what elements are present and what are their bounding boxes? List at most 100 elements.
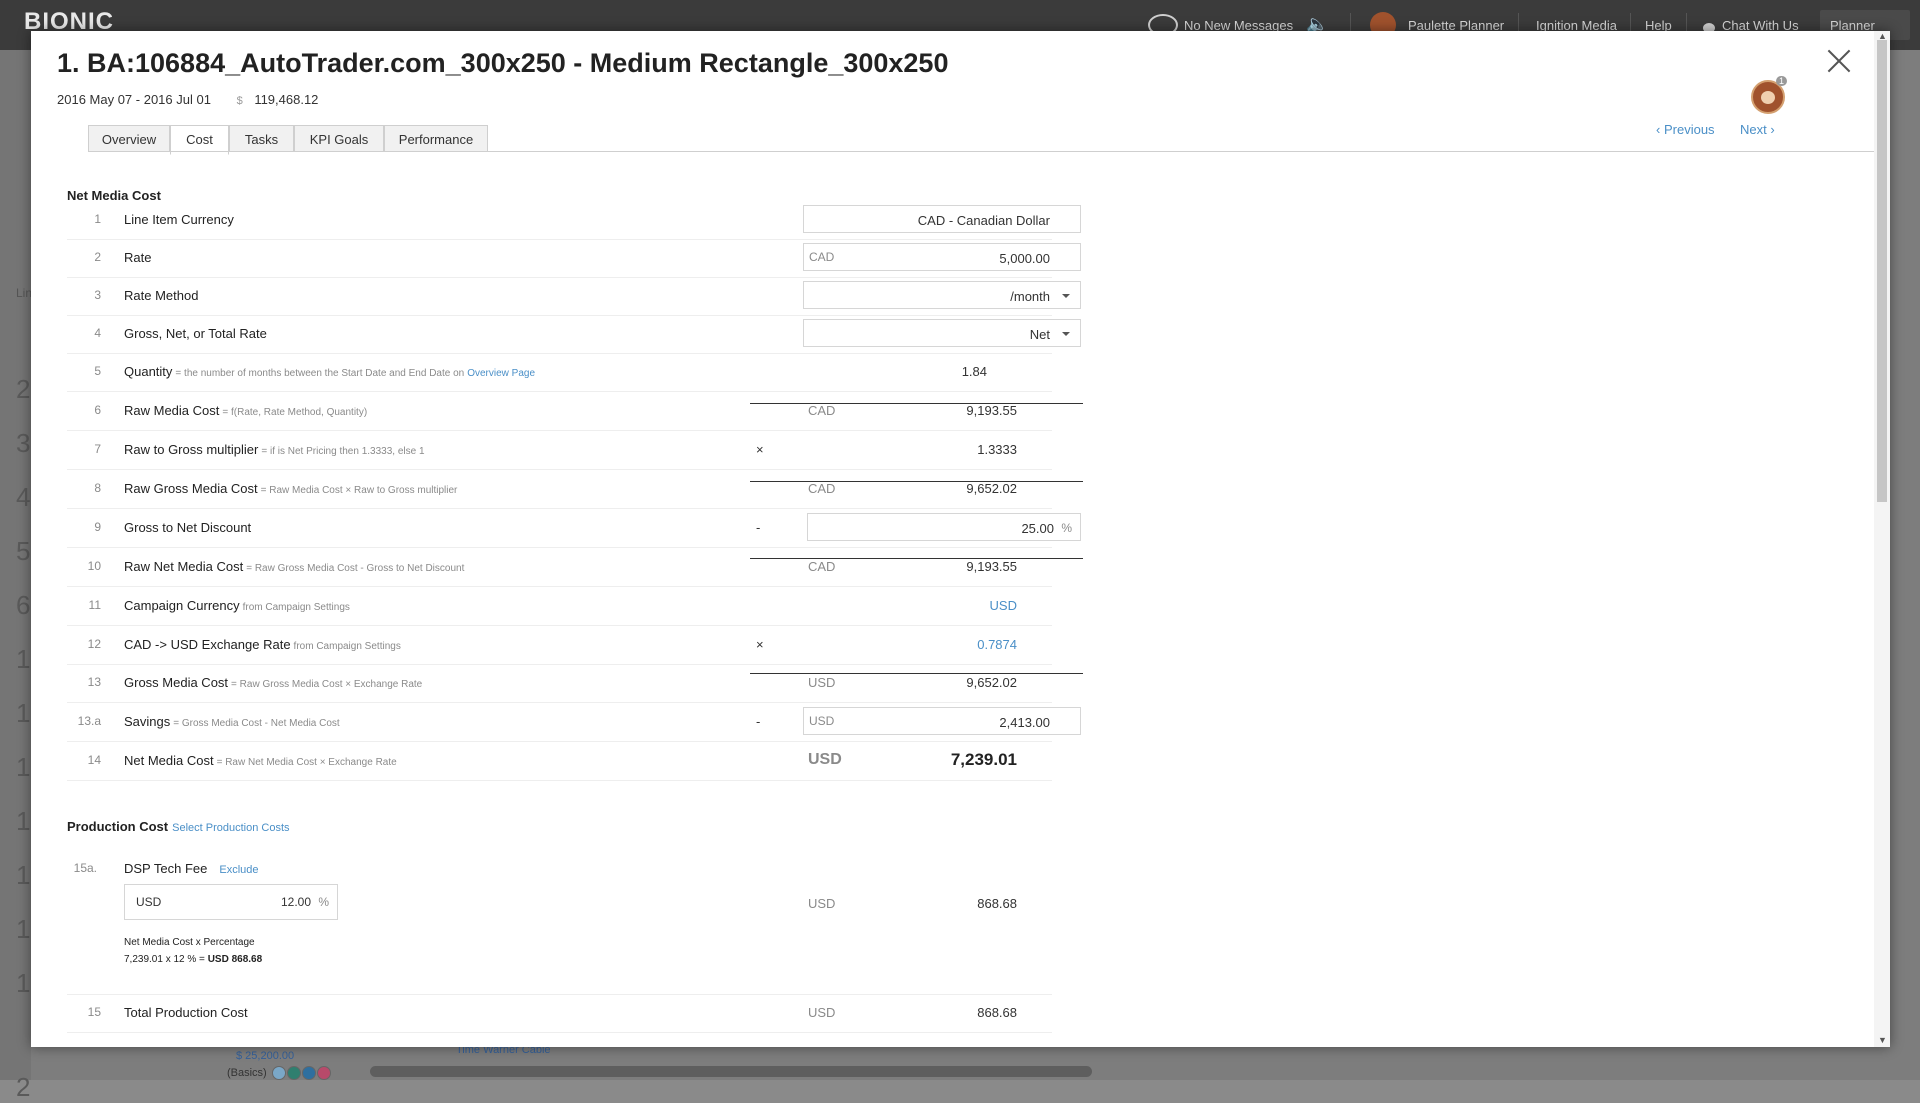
row-raw-gross-media-cost: 8 Raw Gross Media Cost = Raw Media Cost ×… bbox=[67, 470, 1052, 509]
owner-avatar[interactable]: 1 bbox=[1751, 76, 1787, 114]
multiply-operator: × bbox=[756, 442, 764, 457]
overview-page-link[interactable]: Overview Page bbox=[467, 368, 535, 379]
row-label: Raw to Gross multiplier = if is Net Prici… bbox=[124, 442, 425, 457]
row-formula: = Raw Net Media Cost × Exchange Rate bbox=[216, 757, 397, 768]
chevron-right-icon: › bbox=[1770, 122, 1775, 137]
dsp-fee-note: Net Media Cost x Percentage bbox=[124, 937, 255, 948]
row-number: 4 bbox=[94, 326, 101, 340]
close-icon[interactable] bbox=[1826, 48, 1852, 74]
previous-link[interactable]: ‹ Previous bbox=[1656, 122, 1715, 137]
row-raw-media-cost: 6 Raw Media Cost = f(Rate, Rate Method, Q… bbox=[67, 392, 1052, 431]
background-horizontal-scrollbar[interactable] bbox=[370, 1066, 1092, 1077]
discount-value: 25.00 bbox=[1021, 521, 1054, 536]
row-number: 8 bbox=[94, 481, 101, 495]
row-formula: = Raw Media Cost × Raw to Gross multipli… bbox=[260, 485, 458, 496]
row-formula: = if is Net Pricing then 1.3333, else 1 bbox=[261, 446, 425, 457]
background-status-dot bbox=[302, 1066, 316, 1080]
tab-tasks[interactable]: Tasks bbox=[229, 125, 294, 152]
chevron-left-icon: ‹ bbox=[1656, 122, 1661, 137]
tab-overview[interactable]: Overview bbox=[88, 125, 170, 152]
row-label-text: Raw Media Cost bbox=[124, 403, 220, 418]
dialog-subtitle: 2016 May 07 - 2016 Jul 01 $ 119,468.12 bbox=[57, 92, 318, 107]
row-value: 1.84 bbox=[961, 364, 987, 379]
row-currency: CAD bbox=[808, 403, 836, 418]
savings-input[interactable]: USD 2,413.00 bbox=[803, 707, 1081, 735]
row-currency: CAD bbox=[808, 481, 836, 496]
row-formula: = Raw Gross Media Cost - Gross to Net Di… bbox=[246, 563, 465, 574]
row-number: 10 bbox=[87, 559, 101, 573]
rate-type-value: Net bbox=[1029, 327, 1050, 342]
row-number: 6 bbox=[94, 403, 101, 417]
dialog-scrollbar[interactable]: ▲ ▼ bbox=[1874, 31, 1890, 1047]
row-rate-type: 4 Gross, Net, or Total Rate Net bbox=[67, 315, 1081, 354]
exchange-rate-link[interactable]: 0.7874 bbox=[977, 637, 1017, 652]
rate-type-select[interactable]: Net bbox=[803, 319, 1081, 347]
row-number: 7 bbox=[94, 442, 101, 456]
row-label: CAD -> USD Exchange Rate from Campaign Se… bbox=[124, 637, 401, 652]
campaign-currency-link[interactable]: USD bbox=[990, 598, 1017, 613]
row-value: 9,652.02 bbox=[966, 481, 1017, 496]
tab-performance[interactable]: Performance bbox=[384, 125, 488, 152]
row-number: 5 bbox=[94, 364, 101, 378]
row-label: Quantity = the number of months between t… bbox=[124, 364, 535, 379]
background-row-number: 1 bbox=[16, 698, 31, 728]
row-value: 9,193.55 bbox=[966, 559, 1017, 574]
row-line-item-currency: 1 Line Item Currency CAD - Canadian Doll… bbox=[67, 201, 1081, 240]
dsp-fee-input[interactable]: USD 12.00 % bbox=[124, 884, 338, 920]
rate-method-value: /month bbox=[1010, 289, 1050, 304]
row-label-text: Net Media Cost bbox=[124, 753, 214, 768]
next-label: Next bbox=[1740, 122, 1767, 137]
discount-input[interactable]: 25.00 % bbox=[807, 513, 1081, 541]
next-link[interactable]: Next › bbox=[1740, 122, 1775, 137]
row-raw-to-gross-multiplier: 7 Raw to Gross multiplier = if is Net Pri… bbox=[67, 431, 1052, 470]
row-label: Raw Gross Media Cost = Raw Media Cost × R… bbox=[124, 481, 457, 496]
row-formula: = the number of months between the Start… bbox=[175, 368, 465, 379]
row-number: 12 bbox=[87, 637, 101, 651]
row-formula: = Gross Media Cost - Net Media Cost bbox=[173, 718, 340, 729]
dsp-fee-calculation-result: USD 868.68 bbox=[207, 954, 263, 965]
row-label: Raw Media Cost = f(Rate, Rate Method, Qua… bbox=[124, 403, 367, 418]
background-status-dot bbox=[272, 1066, 286, 1080]
minus-operator: - bbox=[756, 714, 761, 729]
select-production-costs-link[interactable]: Select Production Costs bbox=[172, 822, 289, 834]
row-label: Total Production Cost bbox=[124, 1005, 248, 1020]
background-row-number: 1 bbox=[16, 752, 31, 782]
row-label-text: Raw Net Media Cost bbox=[124, 559, 244, 574]
row-number: 9 bbox=[94, 520, 101, 534]
row-currency: USD bbox=[808, 1005, 836, 1020]
row-quantity: 5 Quantity = the number of months between… bbox=[67, 353, 1052, 392]
caret-down-icon bbox=[1062, 332, 1070, 336]
rate-method-select[interactable]: /month bbox=[803, 281, 1081, 309]
row-label: Line Item Currency bbox=[124, 212, 234, 227]
row-number: 13.a bbox=[77, 714, 101, 728]
row-number: 1 bbox=[94, 212, 101, 226]
production-cost-title: Production Cost bbox=[67, 819, 169, 834]
currency-select[interactable]: CAD - Canadian Dollar bbox=[803, 205, 1081, 233]
savings-currency: USD bbox=[809, 714, 835, 728]
scrollbar-thumb[interactable] bbox=[1877, 40, 1887, 502]
row-label: Gross to Net Discount bbox=[124, 520, 252, 535]
background-status-dot bbox=[287, 1066, 301, 1080]
tab-kpi-goals[interactable]: KPI Goals bbox=[294, 125, 384, 152]
minus-operator: - bbox=[756, 520, 761, 535]
row-net-media-cost: 14 Net Media Cost = Raw Net Media Cost × … bbox=[67, 742, 1052, 781]
row-label-text: Campaign Currency bbox=[124, 598, 240, 613]
row-rate-method: 3 Rate Method /month bbox=[67, 277, 1081, 316]
exclude-link[interactable]: Exclude bbox=[219, 864, 258, 876]
row-value: 868.68 bbox=[977, 1005, 1017, 1020]
production-cost-heading: Production Cost Select Production Costs bbox=[67, 819, 290, 834]
row-formula: = f(Rate, Rate Method, Quantity) bbox=[222, 407, 368, 418]
background-row-number: 4 bbox=[16, 482, 31, 512]
background-header-label: Lin bbox=[16, 286, 33, 300]
row-label: Gross Media Cost = Raw Gross Media Cost ×… bbox=[124, 675, 422, 690]
avatar-face bbox=[1761, 91, 1775, 104]
row-label: Rate bbox=[124, 250, 152, 265]
scroll-down-icon[interactable]: ▼ bbox=[1878, 1035, 1887, 1045]
dsp-fee-currency: USD bbox=[136, 895, 162, 909]
rate-currency: CAD bbox=[809, 250, 835, 264]
row-number: 13 bbox=[87, 675, 101, 689]
row-label-text: Raw to Gross multiplier bbox=[124, 442, 259, 457]
rate-input[interactable]: CAD 5,000.00 bbox=[803, 243, 1081, 271]
row-label-text: Raw Gross Media Cost bbox=[124, 481, 258, 496]
row-label: Rate Method bbox=[124, 288, 199, 303]
